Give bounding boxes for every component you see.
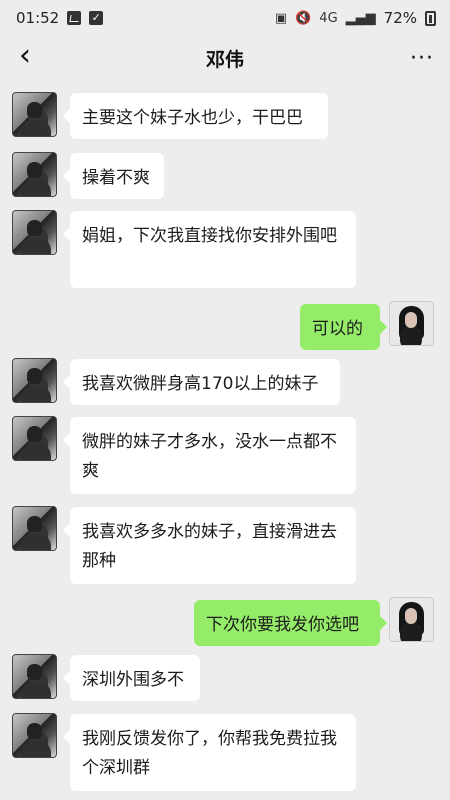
battery-percent: 72% xyxy=(383,9,417,27)
message-bubble-incoming[interactable]: 我喜欢微胖身高170以上的妹子 xyxy=(63,359,340,405)
avatar[interactable] xyxy=(389,301,434,346)
avatar[interactable] xyxy=(12,713,57,758)
message-bubble-outgoing[interactable]: 可以的 xyxy=(300,304,387,350)
mute-icon: 🔇 xyxy=(295,10,312,26)
avatar[interactable] xyxy=(12,152,57,197)
avatar[interactable] xyxy=(12,358,57,403)
network-label: 4G xyxy=(319,10,338,26)
more-icon[interactable]: ··· xyxy=(410,46,434,71)
page-title: 邓伟 xyxy=(205,48,244,71)
avatar[interactable] xyxy=(12,654,57,699)
message-bubble-incoming[interactable]: 娟姐，下次我直接找你安排外围吧 xyxy=(63,211,356,288)
message-bubble-incoming[interactable]: 我喜欢多多水的妹子，直接滑进去那种 xyxy=(63,507,356,584)
check-square-icon xyxy=(89,11,104,25)
signal-icon: ▂▄▆ xyxy=(345,10,376,26)
image-icon xyxy=(67,11,82,25)
message-bubble-incoming[interactable]: 微胖的妹子才多水，没水一点都不爽 xyxy=(63,417,356,494)
status-time: 01:52 xyxy=(16,9,60,27)
notification-icon: ▣ xyxy=(274,10,288,26)
status-right: ▣ 🔇 4G ▂▄▆ 72% xyxy=(275,9,436,27)
status-left: 01:52 xyxy=(16,9,104,27)
message-bubble-incoming[interactable]: 操着不爽 xyxy=(63,153,164,199)
status-bar: 01:52 ▣ 🔇 4G ▂▄▆ 72% xyxy=(0,0,450,36)
message-bubble-incoming[interactable]: 主要这个妹子水也少，干巴巴 xyxy=(63,93,328,139)
message-bubble-outgoing[interactable]: 下次你要我发你选吧 xyxy=(194,600,387,646)
chat-header: ‹ 邓伟 ··· xyxy=(0,36,450,80)
avatar[interactable] xyxy=(12,210,57,255)
avatar[interactable] xyxy=(12,92,57,137)
message-bubble-incoming[interactable]: 深圳外围多不 xyxy=(63,655,200,701)
battery-icon xyxy=(425,10,436,26)
avatar[interactable] xyxy=(389,597,434,642)
chat-area[interactable]: 主要这个妹子水也少，干巴巴 操着不爽 娟姐，下次我直接找你安排外围吧 可以的 我… xyxy=(0,92,450,800)
avatar[interactable] xyxy=(12,416,57,461)
avatar[interactable] xyxy=(12,506,57,551)
back-arrow-icon[interactable]: ‹ xyxy=(12,41,38,72)
message-bubble-incoming[interactable]: 我刚反馈发你了，你帮我免费拉我个深圳群 xyxy=(63,714,356,791)
